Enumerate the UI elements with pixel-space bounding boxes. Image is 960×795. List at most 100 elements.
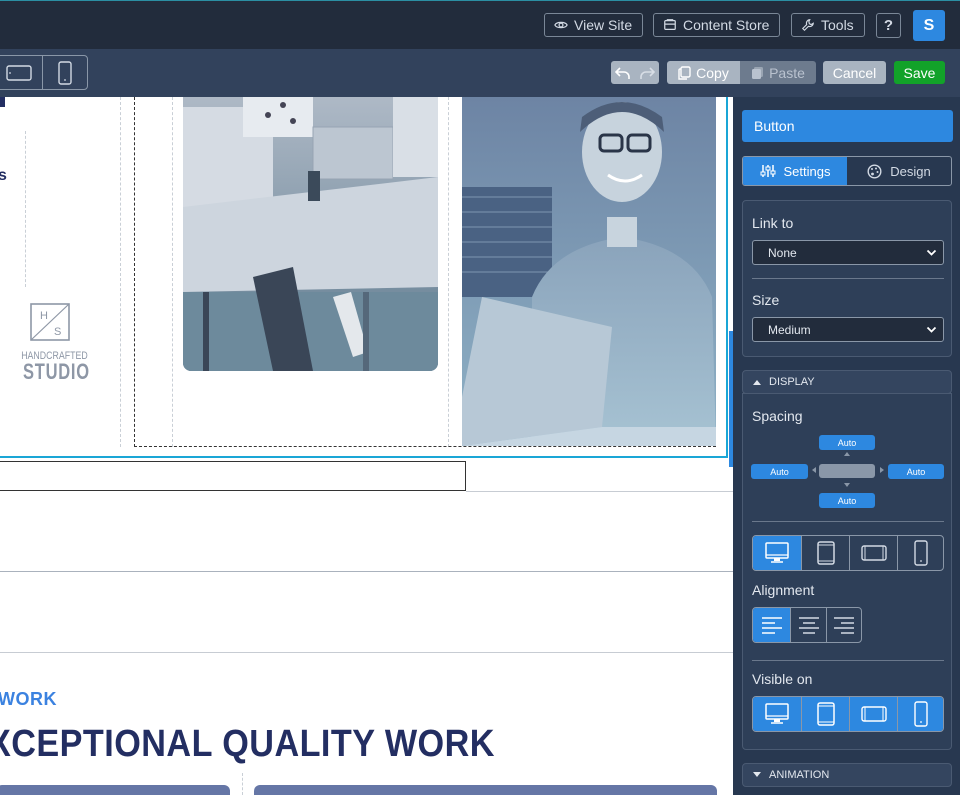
spacing-bottom-input[interactable]: Auto [819, 493, 875, 508]
content-store-label: Content Store [683, 17, 770, 33]
redo-button[interactable] [635, 61, 659, 84]
copy-button[interactable]: Copy [667, 61, 740, 84]
editor-toolbar [0, 49, 960, 97]
arrow-right-icon [880, 467, 884, 473]
device-preview-group [0, 55, 88, 90]
link-to-select[interactable]: None [752, 240, 944, 265]
palette-icon [867, 163, 882, 179]
device-tablet-landscape-button[interactable] [849, 536, 897, 570]
work-card[interactable] [254, 785, 717, 795]
align-left-icon [761, 617, 782, 634]
animation-section-toggle[interactable]: ANIMATION [742, 763, 952, 787]
align-center-icon [798, 617, 819, 634]
arrow-left-icon [812, 467, 816, 473]
tab-design-label: Design [890, 163, 931, 179]
spacing-right-input[interactable]: Auto [888, 464, 944, 479]
alignment-group [752, 607, 862, 643]
properties-panel: Button Settings Design Link to None Size… [733, 97, 960, 795]
selected-section-outline [0, 97, 728, 458]
arrow-up-icon [844, 452, 850, 456]
size-select[interactable]: Medium [752, 317, 944, 342]
tablet-landscape-icon [860, 545, 887, 561]
save-button[interactable]: Save [894, 61, 945, 84]
store-icon [664, 19, 676, 30]
cancel-button[interactable]: Cancel [823, 61, 886, 84]
page-canvas[interactable]: s H S HANDCRAFTED STUDIO WORK XCEPTIONAL… [0, 97, 733, 795]
paste-label: Paste [769, 64, 805, 81]
tablet-icon [816, 541, 835, 565]
mobile-preview-button[interactable] [41, 56, 88, 89]
chevron-down-icon [926, 249, 937, 256]
help-button[interactable]: ? [876, 13, 901, 38]
visible-tablet-landscape-toggle[interactable] [849, 697, 897, 731]
animation-section-label: ANIMATION [769, 769, 830, 781]
device-tablet-button[interactable] [801, 536, 849, 570]
mobile-icon [913, 540, 928, 566]
align-center-button[interactable] [790, 608, 826, 642]
section-headline: XCEPTIONAL QUALITY WORK [0, 723, 495, 765]
column-guide [242, 773, 243, 795]
align-right-icon [834, 617, 854, 634]
button-element-placeholder[interactable] [0, 461, 466, 491]
display-divider [752, 521, 944, 522]
display-settings-box: Spacing Auto Auto Auto Auto Alignment Vi… [742, 393, 952, 750]
desktop-icon [765, 542, 789, 563]
display-divider [752, 660, 944, 661]
visible-on-group [752, 696, 944, 732]
visible-on-label: Visible on [752, 671, 813, 687]
visible-tablet-toggle[interactable] [801, 697, 849, 731]
panel-title: Button [742, 110, 953, 142]
sliders-icon [760, 165, 775, 177]
work-card[interactable] [0, 785, 230, 795]
content-store-button[interactable]: Content Store [653, 13, 781, 37]
tablet-icon [816, 702, 835, 726]
copy-label: Copy [696, 64, 729, 81]
display-section-toggle[interactable]: DISPLAY [742, 370, 952, 394]
size-label: Size [752, 292, 780, 308]
tablet-landscape-preview-button[interactable] [0, 56, 42, 89]
paste-button[interactable]: Paste [740, 61, 816, 84]
device-desktop-button[interactable] [753, 536, 801, 570]
tablet-landscape-icon [6, 64, 32, 81]
row-divider [0, 571, 733, 572]
eye-icon [554, 21, 568, 29]
settings-divider [752, 278, 944, 279]
alignment-label: Alignment [752, 582, 815, 598]
tab-settings[interactable]: Settings [743, 157, 847, 185]
spacing-device-group [752, 535, 944, 571]
tools-button[interactable]: Tools [791, 13, 865, 37]
panel-tabs: Settings Design [742, 156, 952, 186]
spacing-left-input[interactable]: Auto [751, 464, 808, 479]
user-avatar[interactable]: S [913, 10, 945, 41]
view-site-button[interactable]: View Site [544, 13, 644, 37]
caret-down-icon [753, 772, 761, 777]
link-settings-box: Link to None Size Medium [742, 200, 952, 357]
copy-icon [678, 65, 691, 80]
align-left-button[interactable] [753, 608, 790, 642]
chevron-down-icon [926, 326, 937, 333]
link-to-value: None [768, 245, 797, 260]
row-divider [0, 652, 733, 653]
undo-icon [615, 66, 630, 79]
tab-design[interactable]: Design [847, 157, 951, 185]
arrow-down-icon [844, 483, 850, 487]
visible-mobile-toggle[interactable] [897, 697, 943, 731]
desktop-icon [765, 703, 789, 724]
view-site-label: View Site [574, 17, 633, 33]
undo-button[interactable] [611, 61, 635, 84]
top-bar: View Site Content Store Tools ? S [0, 0, 960, 49]
caret-up-icon [753, 380, 761, 385]
spacing-label: Spacing [752, 408, 803, 424]
visible-desktop-toggle[interactable] [753, 697, 801, 731]
tab-settings-label: Settings [783, 163, 831, 179]
mobile-icon [913, 701, 928, 727]
device-mobile-button[interactable] [897, 536, 943, 570]
align-right-button[interactable] [826, 608, 861, 642]
copy-paste-group: Copy Paste [667, 61, 816, 84]
size-value: Medium [768, 322, 811, 337]
redo-icon [640, 66, 655, 79]
link-to-label: Link to [752, 215, 794, 231]
wrench-icon [801, 19, 814, 32]
undo-redo-group [611, 61, 659, 84]
spacing-top-input[interactable]: Auto [819, 435, 875, 450]
